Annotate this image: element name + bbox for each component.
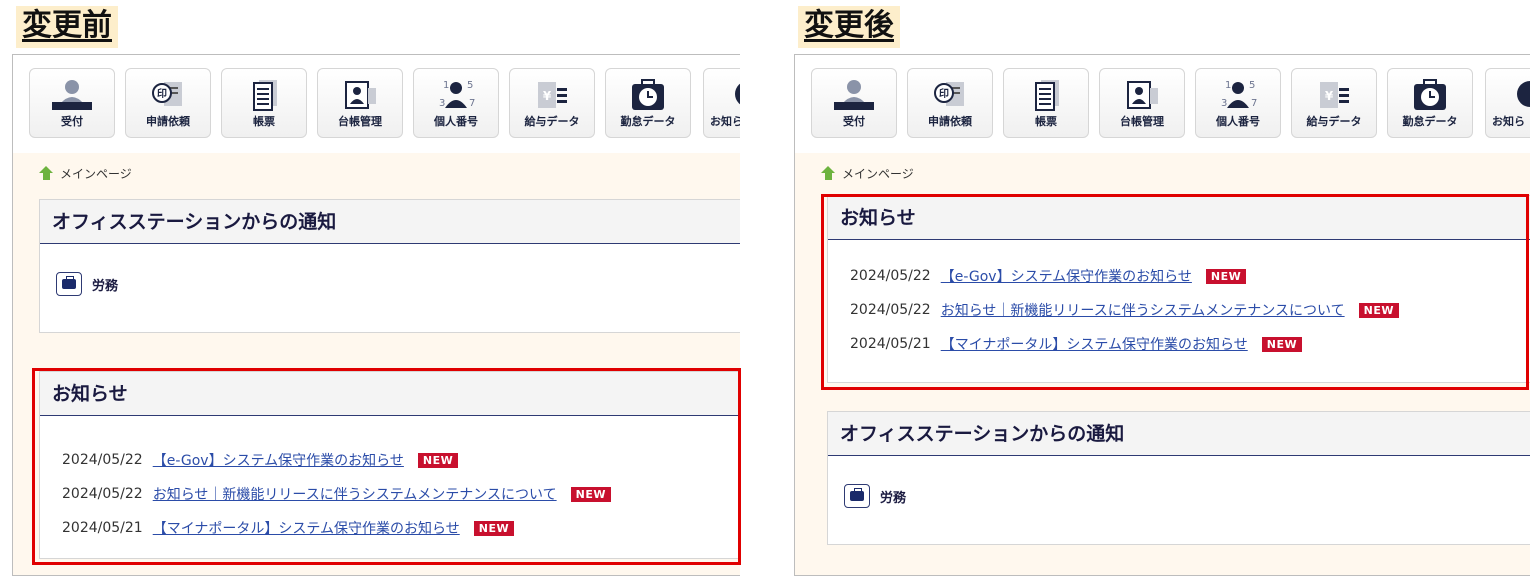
- highlight-box: [32, 368, 741, 565]
- toolbar-button-reception[interactable]: 受付: [29, 68, 115, 138]
- svg-text:7: 7: [469, 98, 475, 109]
- toolbar-button-ledger[interactable]: 台帳管理: [317, 68, 403, 138]
- briefcase-icon: [56, 272, 82, 296]
- toolbar-button-attendance[interactable]: 勤怠データ: [605, 68, 691, 138]
- toolbar-label: お知ら: [1492, 115, 1525, 128]
- attendance-clock-icon: [606, 77, 690, 113]
- svg-text:3: 3: [1221, 98, 1227, 109]
- attendance-clock-icon: [1388, 77, 1472, 113]
- office-notice-box: オフィスステーションからの通知 労務: [827, 411, 1530, 545]
- svg-text:¥: ¥: [543, 89, 552, 103]
- ledger-icon: [1100, 77, 1184, 113]
- breadcrumb[interactable]: メインページ: [39, 165, 132, 182]
- labor-label: 労務: [880, 490, 907, 506]
- before-label: 変更前: [16, 6, 118, 48]
- toolbar-button-forms[interactable]: 帳票: [1003, 68, 1089, 138]
- toolbar-label: お知ら: [710, 115, 740, 128]
- id-number-icon: 1537: [1196, 77, 1280, 113]
- home-icon: [39, 166, 54, 181]
- toolbar-label: 帳票: [1035, 115, 1057, 128]
- labor-label: 労務: [92, 278, 119, 294]
- svg-text:1: 1: [443, 80, 449, 91]
- payroll-icon: ¥: [510, 77, 594, 113]
- svg-text:印: 印: [939, 88, 949, 100]
- reception-icon: [812, 77, 896, 113]
- payroll-icon: ¥: [1292, 77, 1376, 113]
- office-notice-box: オフィスステーションからの通知 労務: [39, 199, 740, 333]
- document-icon: [1004, 77, 1088, 113]
- toolbar-button-notice[interactable]: お知ら: [703, 68, 740, 138]
- svg-text:印: 印: [157, 88, 167, 100]
- after-label: 変更後: [798, 6, 900, 48]
- toolbar-label: 個人番号: [1216, 115, 1260, 128]
- svg-text:7: 7: [1251, 98, 1257, 109]
- toolbar-button-request[interactable]: 印 申請依頼: [907, 68, 993, 138]
- toolbar-button-ledger[interactable]: 台帳管理: [1099, 68, 1185, 138]
- toolbar-label: 申請依頼: [146, 115, 190, 128]
- toolbar-label: 受付: [61, 115, 83, 128]
- ledger-icon: [318, 77, 402, 113]
- toolbar-button-forms[interactable]: 帳票: [221, 68, 307, 138]
- toolbar-button-payroll[interactable]: ¥ 給与データ: [1291, 68, 1377, 138]
- home-icon: [821, 166, 836, 181]
- toolbar-label: 勤怠データ: [1402, 115, 1458, 128]
- toolbar-label: 台帳管理: [338, 115, 382, 128]
- svg-text:1: 1: [1225, 80, 1231, 91]
- toolbar-label: 受付: [843, 115, 865, 128]
- office-notice-title: オフィスステーションからの通知: [40, 200, 740, 244]
- reception-icon: [30, 77, 114, 113]
- toolbar-button-reception[interactable]: 受付: [811, 68, 897, 138]
- toolbar: 受付 印 申請依頼 帳票 台帳管理 1537 個人番号 ¥ 給与データ 勤怠デー…: [13, 55, 740, 153]
- toolbar-button-notice[interactable]: お知ら: [1485, 68, 1530, 138]
- id-number-icon: 1537: [414, 77, 498, 113]
- office-notice-title: オフィスステーションからの通知: [828, 412, 1530, 456]
- toolbar-button-request[interactable]: 印 申請依頼: [125, 68, 211, 138]
- toolbar-label: 給与データ: [524, 115, 580, 128]
- toolbar-button-id-number[interactable]: 1537 個人番号: [1195, 68, 1281, 138]
- labor-item[interactable]: 労務: [844, 484, 906, 508]
- notice-icon: [1486, 77, 1530, 113]
- toolbar-button-id-number[interactable]: 1537 個人番号: [413, 68, 499, 138]
- labor-item[interactable]: 労務: [56, 272, 118, 296]
- toolbar-label: 勤怠データ: [620, 115, 676, 128]
- svg-text:5: 5: [1249, 80, 1255, 91]
- notice-icon: [704, 77, 740, 113]
- toolbar-button-payroll[interactable]: ¥ 給与データ: [509, 68, 595, 138]
- svg-text:¥: ¥: [1325, 89, 1334, 103]
- toolbar-label: 帳票: [253, 115, 275, 128]
- toolbar-label: 台帳管理: [1120, 115, 1164, 128]
- breadcrumb[interactable]: メインページ: [821, 165, 914, 182]
- stamp-request-icon: 印: [908, 77, 992, 113]
- breadcrumb-label: メインページ: [60, 167, 132, 181]
- breadcrumb-label: メインページ: [842, 167, 914, 181]
- svg-text:3: 3: [439, 98, 445, 109]
- highlight-box: [821, 194, 1529, 390]
- toolbar-label: 個人番号: [434, 115, 478, 128]
- stamp-request-icon: 印: [126, 77, 210, 113]
- document-icon: [222, 77, 306, 113]
- toolbar-button-attendance[interactable]: 勤怠データ: [1387, 68, 1473, 138]
- svg-text:5: 5: [467, 80, 473, 91]
- toolbar-label: 給与データ: [1306, 115, 1362, 128]
- toolbar: 受付 印 申請依頼 帳票 台帳管理 1537 個人番号 ¥ 給与データ 勤怠デー…: [795, 55, 1530, 153]
- toolbar-label: 申請依頼: [928, 115, 972, 128]
- briefcase-icon: [844, 484, 870, 508]
